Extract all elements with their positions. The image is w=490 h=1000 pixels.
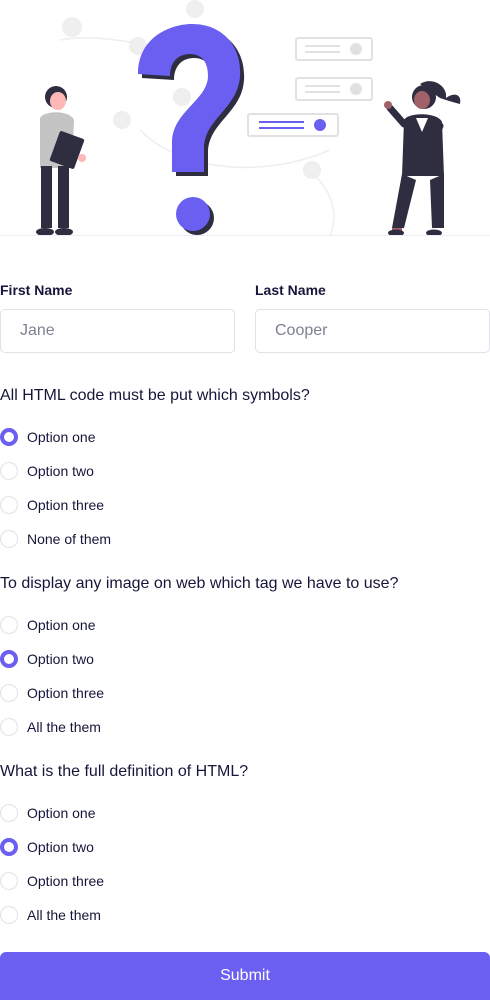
option-item[interactable]: All the them: [0, 905, 200, 925]
option-label: None of them: [27, 531, 112, 547]
question-title: What is the full definition of HTML?: [0, 763, 249, 780]
option-label: Option three: [27, 497, 105, 513]
submit-button[interactable]: Submit: [0, 952, 490, 1000]
hero-illustration: [0, 0, 490, 236]
radio-button[interactable]: [0, 616, 18, 634]
option-item[interactable]: Option two: [0, 461, 200, 481]
option-item[interactable]: Option one: [0, 615, 200, 635]
option-label: Option one: [27, 805, 96, 821]
last-name-label: Last Name: [255, 282, 326, 298]
option-label: Option three: [27, 873, 105, 889]
first-name-input[interactable]: [0, 309, 235, 353]
option-label: All the them: [27, 907, 101, 923]
radio-button[interactable]: [0, 428, 18, 446]
radio-button[interactable]: [0, 496, 18, 514]
option-item[interactable]: Option three: [0, 495, 200, 515]
first-name-group: First Name: [0, 280, 235, 353]
question-2: To display any image on web which tag we…: [0, 573, 490, 736]
radio-button[interactable]: [0, 684, 18, 702]
question-3: What is the full definition of HTML? Opt…: [0, 761, 490, 924]
question-title: To display any image on web which tag we…: [0, 575, 399, 592]
radio-button[interactable]: [0, 872, 18, 890]
first-name-label: First Name: [0, 282, 73, 298]
radio-button[interactable]: [0, 718, 18, 736]
option-label: Option one: [27, 617, 96, 633]
question-illustration: [36, 0, 461, 235]
option-label: Option one: [27, 429, 96, 445]
radio-button[interactable]: [0, 462, 18, 480]
option-item[interactable]: Option two: [0, 837, 200, 857]
option-label: Option two: [27, 839, 94, 855]
radio-button[interactable]: [0, 804, 18, 822]
last-name-group: Last Name: [255, 280, 490, 353]
radio-button[interactable]: [0, 650, 18, 668]
option-item[interactable]: All the them: [0, 717, 200, 737]
question-title: All HTML code must be put which symbols?: [0, 387, 310, 404]
option-label: Option two: [27, 463, 94, 479]
option-item[interactable]: Option one: [0, 803, 200, 823]
option-item[interactable]: Option two: [0, 649, 200, 669]
radio-button[interactable]: [0, 906, 18, 924]
option-item[interactable]: Option three: [0, 871, 200, 891]
option-item[interactable]: None of them: [0, 529, 200, 549]
option-item[interactable]: Option one: [0, 427, 200, 447]
radio-button[interactable]: [0, 530, 18, 548]
option-label: Option three: [27, 685, 105, 701]
option-label: All the them: [27, 719, 101, 735]
option-label: Option two: [27, 651, 94, 667]
name-fields: First Name Last Name: [0, 280, 490, 354]
option-item[interactable]: Option three: [0, 683, 200, 703]
question-1: All HTML code must be put which symbols?…: [0, 385, 490, 548]
radio-button[interactable]: [0, 838, 18, 856]
last-name-input[interactable]: [255, 309, 490, 353]
